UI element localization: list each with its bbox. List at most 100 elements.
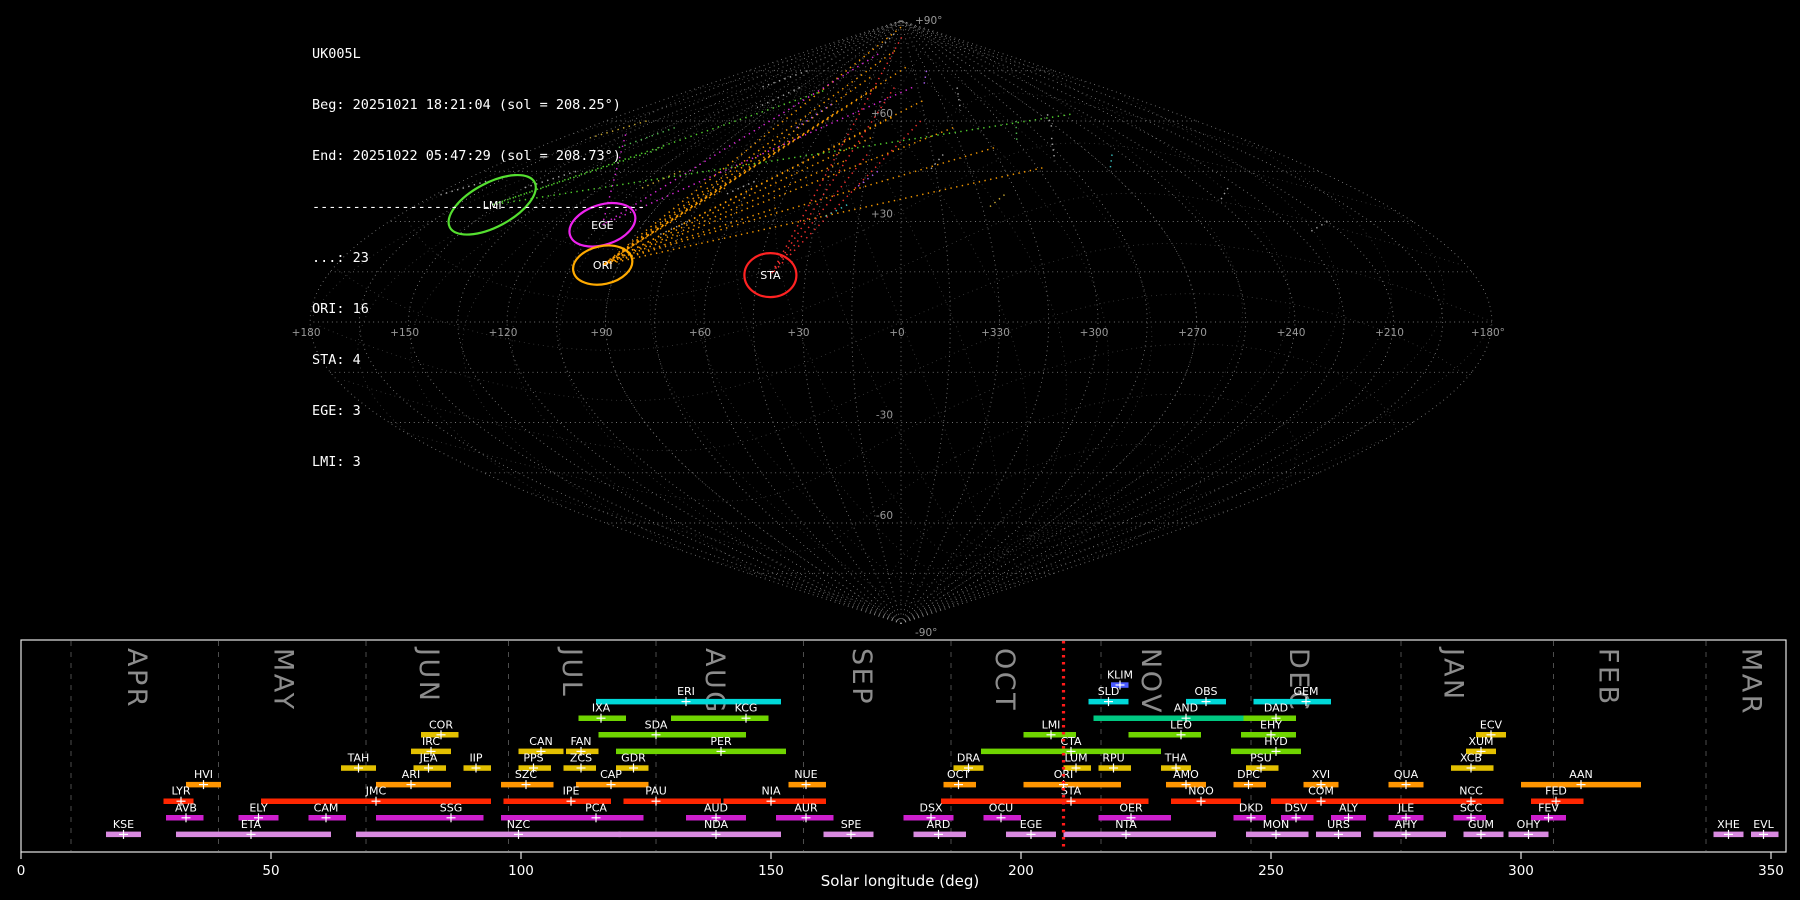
shower-URS: URS	[1316, 818, 1361, 839]
shower-NDA: NDA	[618, 818, 781, 839]
shower-SLD: SLD	[1088, 685, 1129, 707]
shower-label: IIP	[469, 752, 482, 765]
x-axis-label: Solar longitude (deg)	[820, 872, 980, 890]
grid-line	[649, 105, 1008, 604]
activity-bar	[671, 715, 769, 721]
activity-bar	[376, 815, 484, 821]
meteor-trail	[922, 70, 928, 88]
shower-label: GDR	[621, 752, 646, 765]
grid-line	[786, 100, 1011, 549]
shower-label: FED	[1545, 785, 1567, 798]
shower-label: PER	[710, 735, 732, 748]
shower-label: EGE	[1020, 818, 1042, 831]
grid-line	[573, 87, 1392, 542]
shower-label: AHY	[1395, 818, 1418, 831]
observation-info: UK005L Beg: 20251021 18:21:04 (sol = 208…	[312, 12, 645, 488]
meteor-trail	[602, 167, 1043, 266]
shower-label: ZCS	[570, 752, 592, 765]
shower-NTA: NTA	[1063, 818, 1216, 839]
meteor-trail	[1109, 154, 1113, 172]
obs-begin: Beg: 20251021 18:21:04 (sol = 208.25°)	[312, 97, 621, 113]
shower-label: IXA	[592, 702, 611, 715]
month-label: JAN	[1438, 646, 1469, 702]
shower-label: XHE	[1717, 818, 1740, 831]
shower-HVI: HVI	[186, 768, 221, 790]
grid-line	[900, 20, 1197, 624]
lon-label: +60	[689, 327, 711, 339]
shower-label: ALY	[1339, 801, 1358, 814]
month-label: NOV	[1135, 648, 1166, 715]
activity-bar	[1128, 732, 1201, 738]
shower-label: CAN	[529, 735, 552, 748]
shower-label: RPU	[1102, 752, 1124, 765]
month-label: JUN	[413, 646, 444, 703]
shower-CAP: CAP	[576, 768, 649, 790]
shower-label: DSX	[920, 801, 943, 814]
shower-label: ARD	[927, 818, 951, 831]
meteor-trail	[602, 86, 913, 226]
shower-label: LYR	[171, 785, 190, 798]
shower-label: AUR	[794, 801, 818, 814]
meteor-trail	[928, 154, 944, 172]
station-id: UK005L	[312, 46, 361, 62]
shower-label: OHY	[1517, 818, 1541, 831]
shower-label: PPS	[523, 752, 543, 765]
shower-label: OCT	[947, 768, 970, 781]
shower-label: JMC	[365, 785, 387, 798]
shower-label: SLD	[1098, 685, 1120, 698]
shower-label: URS	[1327, 818, 1350, 831]
month-label: OCT	[989, 648, 1020, 712]
activity-bar	[1063, 831, 1216, 838]
shower-label: LUM	[1064, 752, 1087, 765]
shower-IIP: IIP	[463, 752, 491, 773]
shower-label: CAM	[314, 801, 339, 814]
shower-label: ELY	[249, 801, 268, 814]
meteor-observation-figure: +180 +150 +120 +90 +60 +30 +0 +330 +300 +270 +240 +…	[17, 15, 1787, 879]
meteor-trail	[1310, 220, 1328, 233]
grid-line	[693, 48, 865, 150]
shower-label: OER	[1119, 801, 1143, 814]
count-ori: ORI: 16	[312, 301, 369, 317]
shower-LEO: LEO	[1128, 718, 1201, 740]
lon-label: +240	[1277, 327, 1306, 339]
shower-label: NCC	[1459, 785, 1483, 798]
shower-AVB: AVB	[166, 801, 204, 823]
count-sta: STA: 4	[312, 352, 361, 368]
meteor-trail	[602, 49, 896, 266]
shower-label: PSU	[1250, 752, 1272, 765]
meteor-trail	[1015, 120, 1018, 142]
shower-GUM: GUM	[1463, 818, 1504, 839]
radiant-STA: STA	[743, 252, 798, 299]
timeline-panel: APR MAY JUN JUL AUG SEP OCT NOV DEC JAN FEB MARKLIM…	[17, 639, 1787, 879]
activity-bar	[618, 831, 781, 838]
shower-SSG: SSG	[376, 801, 484, 823]
shower-label: LEO	[1170, 718, 1192, 731]
grid-line	[693, 104, 1008, 586]
lat-label: +30	[871, 209, 893, 221]
shower-CAM: CAM	[308, 801, 346, 823]
lat-label: -30	[876, 410, 893, 422]
shower-label: DSV	[1285, 801, 1308, 814]
count-sporadic: ...: 23	[312, 250, 369, 266]
lon-label: +330	[981, 327, 1010, 339]
shower-label: NTA	[1115, 818, 1137, 831]
meteor-trail	[602, 100, 923, 266]
activity-bar	[356, 831, 621, 838]
shower-label: MON	[1263, 818, 1289, 831]
shower-label: DAD	[1264, 702, 1288, 715]
divider: ----------------------------------------…	[312, 199, 646, 215]
shower-label: AMO	[1173, 768, 1199, 781]
shower-label: NZC	[507, 818, 531, 831]
shower-label: AND	[1174, 702, 1198, 715]
shower-label: LMI	[1042, 718, 1061, 731]
grid-line	[900, 20, 1444, 624]
shower-label: PAU	[645, 785, 667, 798]
meteor-trail	[756, 86, 801, 109]
grid-line	[654, 20, 902, 624]
shower-SZC: SZC	[501, 768, 554, 790]
meteor-trail	[769, 120, 922, 276]
lon-label: +180°	[1471, 327, 1505, 339]
shower-STA: STA	[941, 785, 1149, 806]
shower-label: THA	[1164, 752, 1188, 765]
shower-OCT: OCT	[943, 768, 976, 790]
